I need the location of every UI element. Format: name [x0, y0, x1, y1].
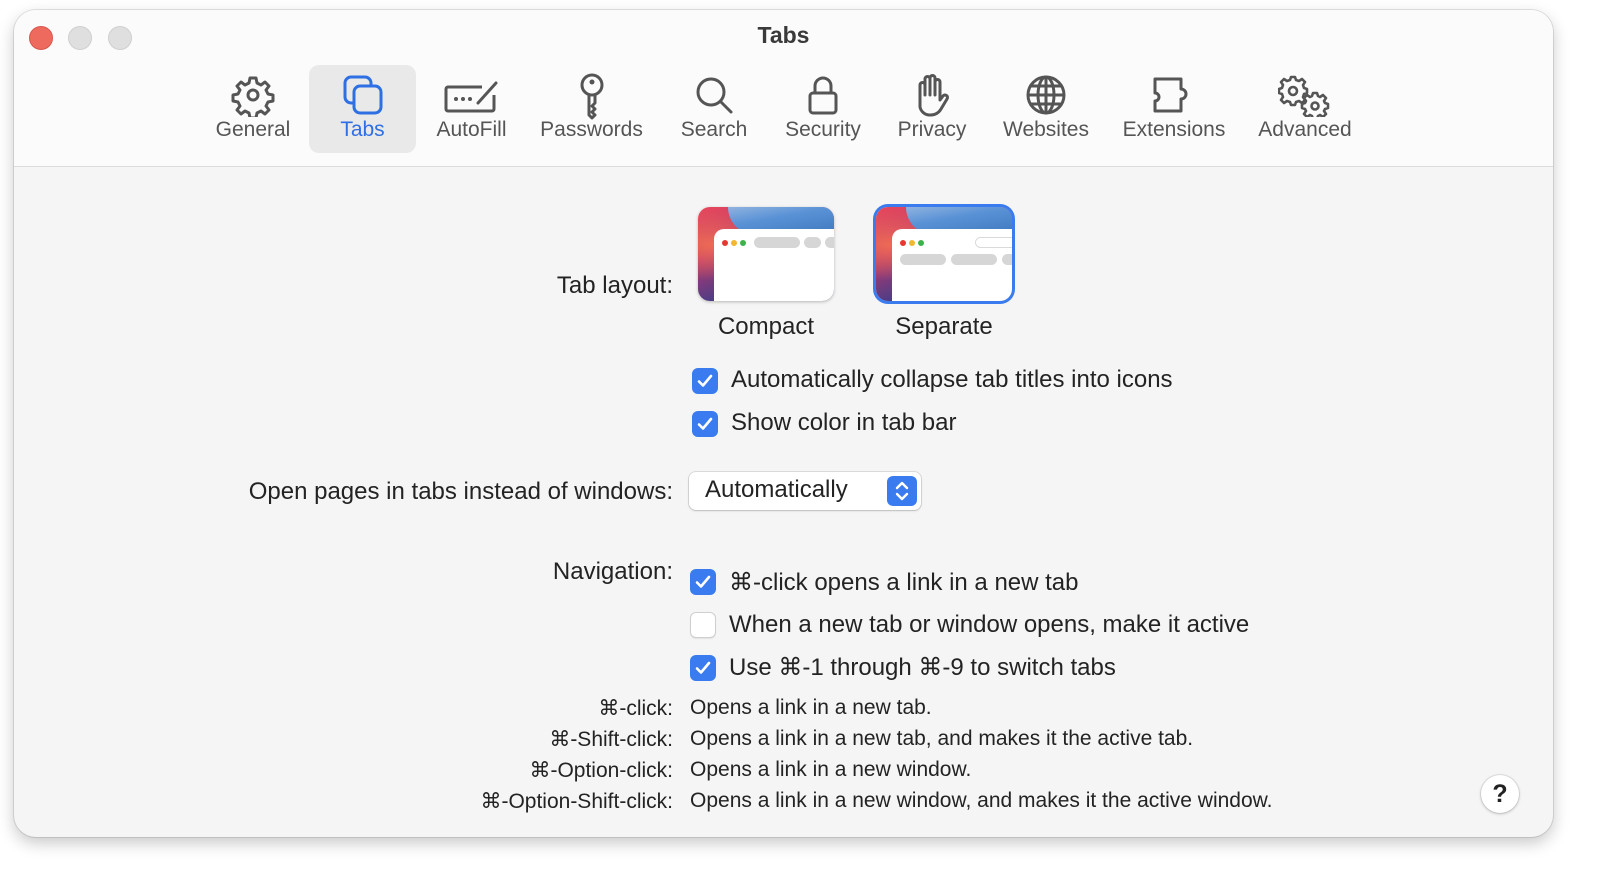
tab-search[interactable]: Search [669, 65, 759, 153]
tab-privacy-label: Privacy [897, 118, 967, 141]
compact-layout-option[interactable] [698, 207, 834, 301]
preferences-window: Tabs General Tabs AutoFill Passwords Sea… [14, 10, 1553, 837]
tab-passwords[interactable]: Passwords [534, 65, 649, 153]
tab-privacy[interactable]: Privacy [887, 65, 977, 153]
title-bar: Tabs General Tabs AutoFill Passwords Sea… [14, 10, 1553, 167]
collapse-titles-label: Automatically collapse tab titles into i… [731, 366, 1173, 393]
tab-general-label: General [215, 118, 291, 141]
cmd-number-switch-checkbox[interactable] [690, 655, 716, 681]
preferences-toolbar: General Tabs AutoFill Passwords Search S… [14, 65, 1553, 153]
cmd-number-switch-label: Use ⌘-1 through ⌘-9 to switch tabs [729, 654, 1116, 681]
select-stepper-icon [887, 476, 917, 506]
checkmark-icon [695, 575, 711, 588]
hand-icon [918, 74, 949, 117]
autofill-icon [444, 81, 497, 113]
navigation-label: Navigation: [552, 558, 673, 585]
tabs-icon [343, 75, 382, 115]
shortcut-key: ⌘-Option-Shift-click: [480, 790, 673, 813]
shortcut-key: ⌘-Shift-click: [549, 728, 673, 751]
globe-icon [1026, 75, 1066, 115]
show-color-checkbox[interactable] [692, 411, 718, 437]
tab-general[interactable]: General [204, 65, 302, 153]
shortcut-desc: Opens a link in a new window. [690, 758, 972, 781]
open-pages-value: Automatically [705, 476, 848, 503]
shortcut-key: ⌘-click: [598, 697, 673, 720]
shortcut-desc: Opens a link in a new window, and makes … [690, 789, 1273, 812]
open-pages-label: Open pages in tabs instead of windows: [248, 478, 673, 505]
tab-search-label: Search [680, 118, 748, 141]
tab-extensions-label: Extensions [1122, 118, 1226, 141]
make-active-label: When a new tab or window opens, make it … [729, 611, 1250, 638]
tab-layout-label: Tab layout: [556, 272, 673, 299]
shortcut-key: ⌘-Option-click: [529, 759, 673, 782]
compact-label: Compact [717, 313, 815, 340]
tab-security[interactable]: Security [777, 65, 869, 153]
checkmark-icon [697, 374, 713, 387]
tab-websites-label: Websites [1003, 118, 1089, 141]
tab-passwords-label: Passwords [540, 118, 643, 141]
open-pages-select[interactable]: Automatically [689, 472, 921, 510]
gear-icon [231, 76, 275, 117]
tab-autofill-label: AutoFill [436, 118, 507, 141]
lock-icon [808, 76, 838, 115]
tab-websites[interactable]: Websites [994, 65, 1098, 153]
checkmark-icon [695, 661, 711, 674]
help-button[interactable]: ? [1481, 775, 1519, 813]
shortcut-desc: Opens a link in a new tab. [690, 696, 932, 719]
collapse-titles-checkbox[interactable] [692, 368, 718, 394]
tab-advanced-label: Advanced [1258, 118, 1352, 141]
separate-layout-option[interactable] [876, 207, 1012, 301]
show-color-label: Show color in tab bar [731, 409, 957, 436]
search-icon [696, 77, 733, 114]
tab-tabs[interactable]: Tabs [309, 65, 416, 153]
cmd-click-new-tab-checkbox[interactable] [690, 569, 716, 595]
tab-security-label: Security [785, 118, 861, 141]
tab-advanced[interactable]: Advanced [1249, 65, 1361, 153]
tab-autofill[interactable]: AutoFill [424, 65, 519, 153]
tab-extensions[interactable]: Extensions [1114, 65, 1234, 153]
shortcut-desc: Opens a link in a new tab, and makes it … [690, 727, 1194, 750]
puzzle-icon [1153, 77, 1188, 113]
separate-label: Separate [895, 313, 993, 340]
cmd-click-new-tab-label: ⌘-click opens a link in a new tab [729, 569, 1079, 596]
checkmark-icon [697, 417, 713, 430]
tabs-settings-pane: Tab layout: Compact Separate Automatical… [14, 167, 1553, 837]
make-active-checkbox[interactable] [690, 612, 716, 638]
tab-tabs-label: Tabs [340, 118, 385, 141]
gears-icon [1278, 75, 1330, 117]
window-title: Tabs [757, 22, 810, 48]
key-icon [580, 73, 603, 120]
